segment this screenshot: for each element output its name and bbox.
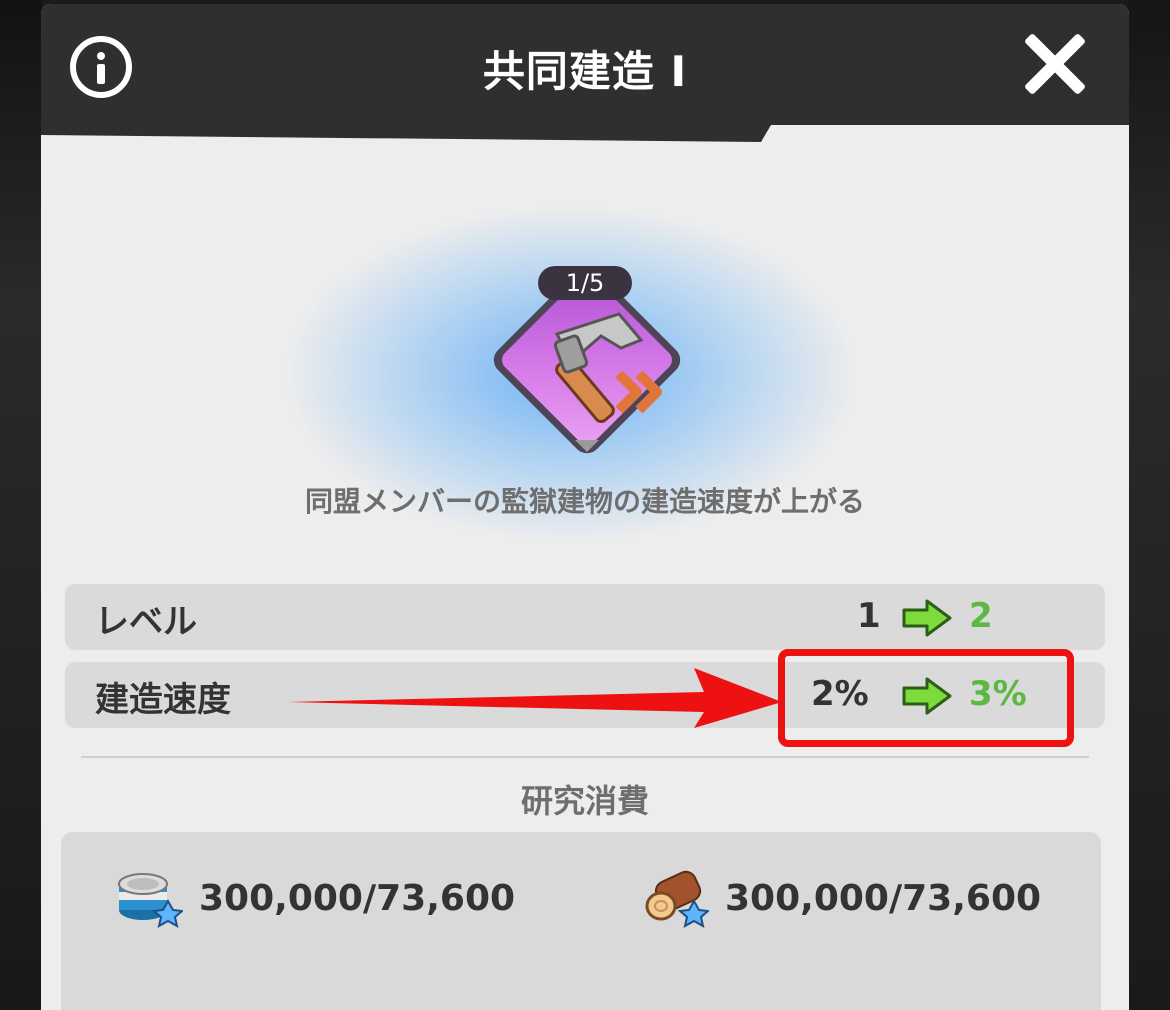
panel-title: 共同建造 I bbox=[482, 47, 688, 96]
stat-current-value: 1 bbox=[857, 596, 881, 636]
level-badge: 1/5 bbox=[538, 266, 632, 300]
background-left bbox=[0, 0, 42, 1010]
divider bbox=[81, 756, 1089, 758]
wood-log-icon bbox=[645, 870, 709, 928]
research-cost-box: 300,000/73,600 300,000/73,600 bbox=[61, 832, 1101, 1010]
skill-description: 同盟メンバーの監獄建物の建造速度が上がる bbox=[304, 485, 865, 518]
stat-label: 建造速度 bbox=[95, 680, 231, 720]
background-right bbox=[1128, 0, 1170, 1010]
red-annotation-arrow bbox=[288, 668, 782, 728]
cost-value: 300,000/73,600 bbox=[199, 878, 516, 919]
close-icon[interactable] bbox=[1023, 32, 1087, 96]
stat-next-value: 2 bbox=[969, 596, 993, 636]
research-cost-title: 研究消費 bbox=[520, 782, 649, 820]
stat-row-level: レベル 1 2 bbox=[65, 584, 1105, 650]
stat-label: レベル bbox=[95, 602, 197, 642]
arrow-right-icon bbox=[902, 599, 952, 637]
food-can-icon bbox=[118, 873, 183, 928]
research-detail-panel: 共同建造 I 1/5 同盟メンバーの監獄建物の建造速度が上がる レベル 1 2 … bbox=[41, 4, 1129, 1010]
cost-value: 300,000/73,600 bbox=[725, 878, 1042, 919]
highlight-box bbox=[778, 649, 1074, 747]
